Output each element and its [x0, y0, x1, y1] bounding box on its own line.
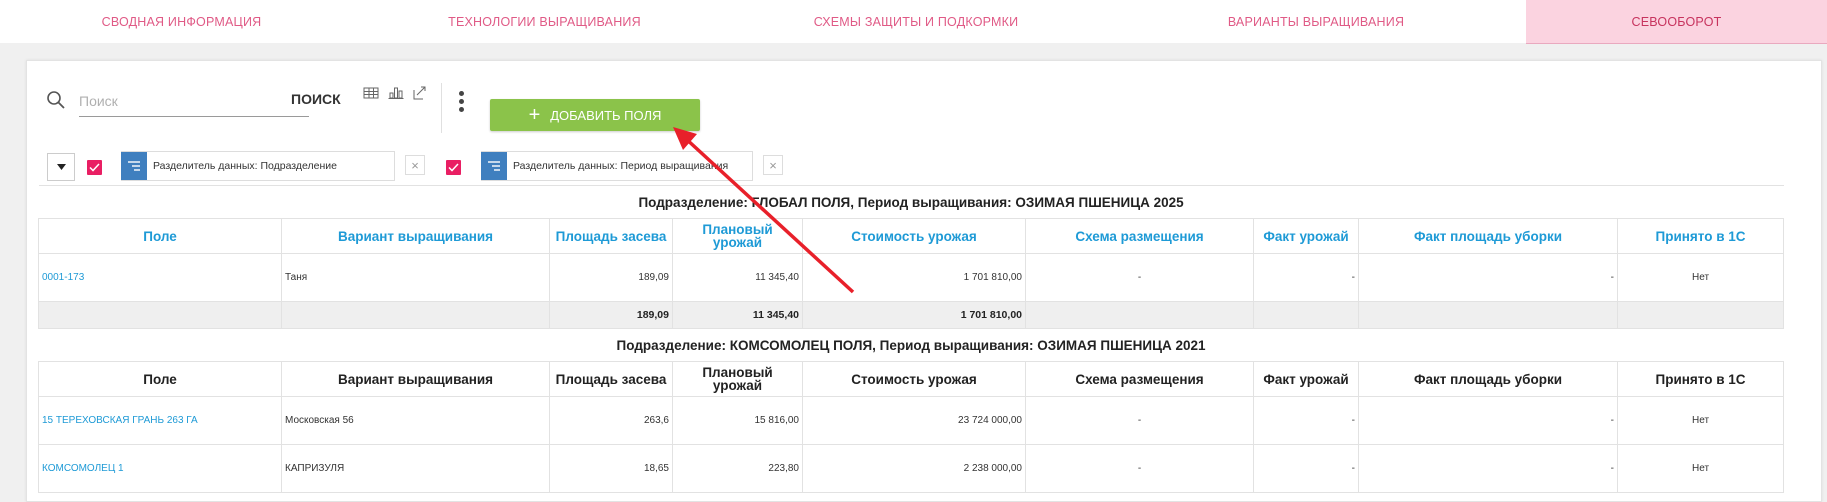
cell-variant: Таня [281, 253, 550, 302]
cell-fact-area: - [1358, 253, 1618, 302]
tab-bar: СВОДНАЯ ИНФОРМАЦИЯ ТЕХНОЛОГИИ ВЫРАЩИВАНИ… [0, 0, 1827, 44]
cell-accepted: Нет [1616, 253, 1785, 302]
cell-accepted: Нет [1616, 396, 1785, 445]
total-area: 189,09 [549, 301, 673, 329]
cell-plan-yield: 11 345,40 [672, 253, 803, 302]
splitter-icon [121, 152, 147, 180]
column-header-fact-area[interactable]: Факт площадь уборки [1358, 361, 1618, 397]
cell-area: 18,65 [549, 444, 673, 493]
dropdown-toggle[interactable] [47, 153, 75, 181]
field-link[interactable]: КОМСОМОЛЕЦ 1 [42, 463, 124, 474]
cell-fact-yield: - [1253, 444, 1359, 493]
cell-plan-yield: 15 816,00 [672, 396, 803, 445]
tab-technologies[interactable]: ТЕХНОЛОГИИ ВЫРАЩИВАНИЯ [363, 0, 726, 43]
cell-fact-area: - [1358, 396, 1618, 445]
cell-scheme: - [1025, 444, 1254, 493]
splitter-label: Разделитель данных: Подразделение [153, 160, 337, 172]
splitter-checkbox-1[interactable] [87, 160, 102, 175]
cell-plan-yield: 223,80 [672, 444, 803, 493]
cell-accepted: Нет [1616, 444, 1785, 493]
add-fields-button[interactable]: + ДОБАВИТЬ ПОЛЯ [490, 99, 700, 131]
plus-icon: + [528, 104, 541, 126]
more-options-icon[interactable] [456, 91, 466, 119]
check-icon [89, 163, 100, 172]
column-header-accepted[interactable]: Принято в 1С [1616, 361, 1785, 397]
table-row[interactable]: КОМСОМОЛЕЦ 1 КАПРИЗУЛЯ 18,65 223,80 2 23… [38, 444, 1785, 493]
data-splitter-period[interactable]: Разделитель данных: Период выращивания [481, 151, 753, 181]
tab-crop-rotation[interactable]: СЕВООБОРОТ [1526, 0, 1827, 44]
column-header-scheme[interactable]: Схема размещения [1025, 361, 1254, 397]
chart-view-icon[interactable] [388, 86, 404, 100]
column-header-fact-area[interactable]: Факт площадь уборки [1358, 218, 1618, 254]
column-header-fact-yield[interactable]: Факт урожай [1253, 218, 1359, 254]
cell-area: 263,6 [549, 396, 673, 445]
column-header-scheme[interactable]: Схема размещения [1025, 218, 1254, 254]
column-header-plan-yield[interactable]: Плановый урожай [672, 361, 803, 397]
remove-splitter-2-close-icon[interactable]: × [763, 155, 783, 175]
remove-splitter-1-close-icon[interactable]: × [405, 155, 425, 175]
add-fields-label: ДОБАВИТЬ ПОЛЯ [550, 107, 662, 123]
tab-summary[interactable]: СВОДНАЯ ИНФОРМАЦИЯ [0, 0, 363, 43]
cell-area: 189,09 [549, 253, 673, 302]
caret-down-icon [56, 164, 66, 170]
column-header-variant[interactable]: Вариант выращивания [281, 218, 550, 254]
table-row[interactable]: 15 ТЕРЕХОВСКАЯ ГРАНЬ 263 ГА Московская 5… [38, 396, 1785, 445]
cell-fact-yield: - [1253, 253, 1359, 302]
column-header-field[interactable]: Поле [38, 361, 282, 397]
table-row[interactable]: 0001-173 Таня 189,09 11 345,40 1 701 810… [38, 253, 1785, 302]
column-header-accepted[interactable]: Принято в 1С [1616, 218, 1785, 254]
cell-cost: 1 701 810,00 [802, 253, 1026, 302]
cell-fact-yield: - [1253, 396, 1359, 445]
column-header-area[interactable]: Площадь засева [549, 361, 673, 397]
fields-table: Подразделение: ГЛОБАЛ ПОЛЯ, Период выращ… [38, 185, 1785, 493]
field-link[interactable]: 15 ТЕРЕХОВСКАЯ ГРАНЬ 263 ГА [42, 415, 198, 426]
tab-protection-schemes[interactable]: СХЕМЫ ЗАЩИТЫ И ПОДКОРМКИ [726, 0, 1106, 43]
totals-row: 189,09 11 345,40 1 701 810,00 [38, 301, 1785, 329]
cell-cost: 2 238 000,00 [802, 444, 1026, 493]
data-splitter-division[interactable]: Разделитель данных: Подразделение [121, 151, 395, 181]
export-icon[interactable] [412, 86, 428, 100]
table-view-icon[interactable] [363, 86, 379, 100]
group-header: Подразделение: КОМСОМОЛЕЦ ПОЛЯ, Период в… [38, 328, 1784, 362]
group-header: Подразделение: ГЛОБАЛ ПОЛЯ, Период выращ… [38, 185, 1784, 219]
column-header-area[interactable]: Площадь засева [549, 218, 673, 254]
main-panel: ПОИСК + ДОБАВИТЬ ПОЛЯ Разделитель данных… [26, 60, 1822, 502]
column-header-cost[interactable]: Стоимость урожая [802, 361, 1026, 397]
column-header-field[interactable]: Поле [38, 218, 282, 254]
cell-scheme: - [1025, 253, 1254, 302]
total-cost: 1 701 810,00 [802, 301, 1026, 329]
column-header-variant[interactable]: Вариант выращивания [281, 361, 550, 397]
field-link[interactable]: 0001-173 [42, 272, 84, 283]
toolbar-divider [441, 83, 442, 133]
splitter-checkbox-2[interactable] [446, 160, 461, 175]
cell-fact-area: - [1358, 444, 1618, 493]
cell-variant: КАПРИЗУЛЯ [281, 444, 550, 493]
search-button[interactable]: ПОИСК [291, 91, 341, 107]
cell-scheme: - [1025, 396, 1254, 445]
splitter-icon [481, 152, 507, 180]
cell-variant: Московская 56 [281, 396, 550, 445]
search-icon [47, 91, 65, 109]
splitter-label: Разделитель данных: Период выращивания [513, 160, 729, 172]
column-header-fact-yield[interactable]: Факт урожай [1253, 361, 1359, 397]
check-icon [448, 163, 459, 172]
total-plan-yield: 11 345,40 [672, 301, 803, 329]
column-header-cost[interactable]: Стоимость урожая [802, 218, 1026, 254]
column-header-plan-yield[interactable]: Плановый урожай [672, 218, 803, 254]
cell-cost: 23 724 000,00 [802, 396, 1026, 445]
tab-growing-variants[interactable]: ВАРИАНТЫ ВЫРАЩИВАНИЯ [1106, 0, 1526, 43]
search-input[interactable] [79, 88, 309, 117]
